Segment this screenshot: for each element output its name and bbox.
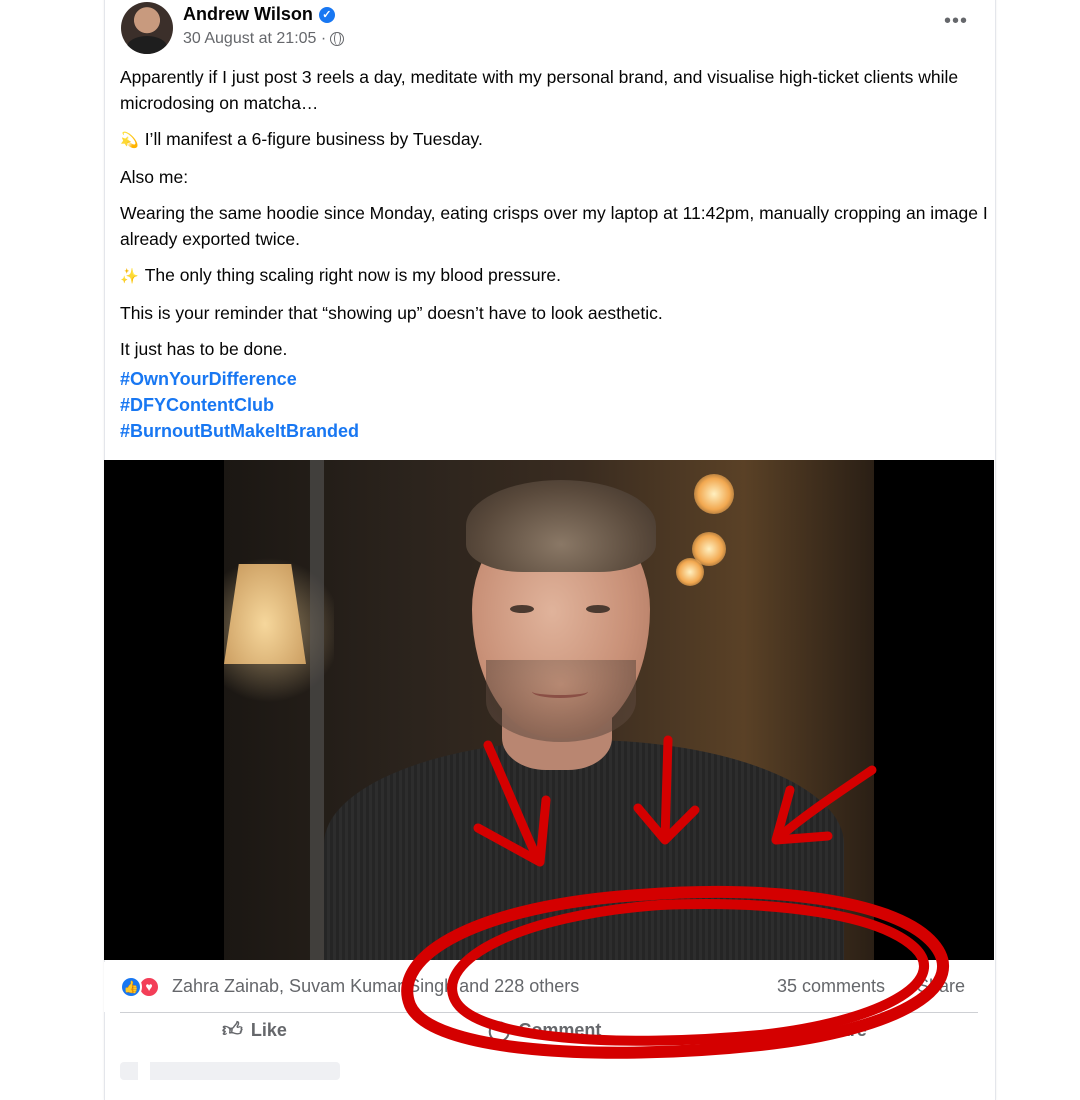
speech-bubble-icon: ◯ [488, 1019, 511, 1042]
photo-scene [224, 460, 874, 960]
reaction-names[interactable]: Zahra Zainab, Suvam Kumar Singh and 228 … [172, 976, 579, 997]
post-photo[interactable] [104, 460, 994, 960]
author-header: Andrew Wilson ✓ [183, 4, 335, 25]
verified-badge-icon: ✓ [318, 6, 335, 23]
reaction-icons[interactable]: 👍 ♥ [120, 976, 166, 998]
post-paragraph: Also me: [120, 167, 189, 187]
hashtag-link[interactable]: #BurnoutButMakeItBranded [120, 418, 359, 444]
share-count[interactable]: Share [917, 976, 965, 997]
like-button[interactable]: 👍︎ Like [222, 1014, 287, 1046]
post-paragraph: Wearing the same hoodie since Monday, ea… [120, 203, 988, 249]
comment-button[interactable]: ◯ Comment [488, 1014, 601, 1046]
hashtag-link[interactable]: #OwnYourDifference [120, 366, 359, 392]
share-arrow-icon: ↪ [792, 1019, 809, 1042]
sparkles-emoji-icon: ✨ [120, 268, 139, 285]
thumbs-up-icon: 👍︎ [222, 1019, 243, 1041]
post-paragraph: It just has to be done. [120, 339, 288, 359]
comment-count[interactable]: 35 comments [777, 976, 885, 997]
hashtag-list: #OwnYourDifference #DFYContentClub #Burn… [120, 366, 359, 444]
more-options-button[interactable]: ••• [944, 10, 968, 33]
post-body: Apparently if I just post 3 reels a day,… [120, 64, 990, 372]
author-name[interactable]: Andrew Wilson [183, 4, 313, 25]
post-paragraph: Apparently if I just post 3 reels a day,… [120, 67, 959, 113]
page-background-right [1000, 0, 1080, 1080]
like-reaction-icon: 👍 [120, 976, 142, 998]
hashtag-link[interactable]: #DFYContentClub [120, 392, 359, 418]
post-meta: 30 August at 21:05 · [183, 30, 345, 48]
page-background-left [0, 0, 96, 1080]
post-paragraph: ✨ The only thing scaling right now is my … [120, 262, 990, 290]
globe-icon [330, 32, 345, 46]
person-sweater [324, 740, 844, 960]
author-avatar[interactable] [121, 2, 173, 54]
share-button[interactable]: ↪ Share [792, 1014, 867, 1046]
comment-preview-cutoff [120, 1062, 340, 1080]
post-paragraph: 💫 I’ll manifest a 6-figure business by Tu… [120, 126, 990, 154]
dizzy-emoji-icon: 💫 [120, 132, 139, 149]
post-paragraph: This is your reminder that “showing up” … [120, 303, 663, 323]
post-timestamp[interactable]: 30 August at 21:05 · [183, 30, 326, 48]
